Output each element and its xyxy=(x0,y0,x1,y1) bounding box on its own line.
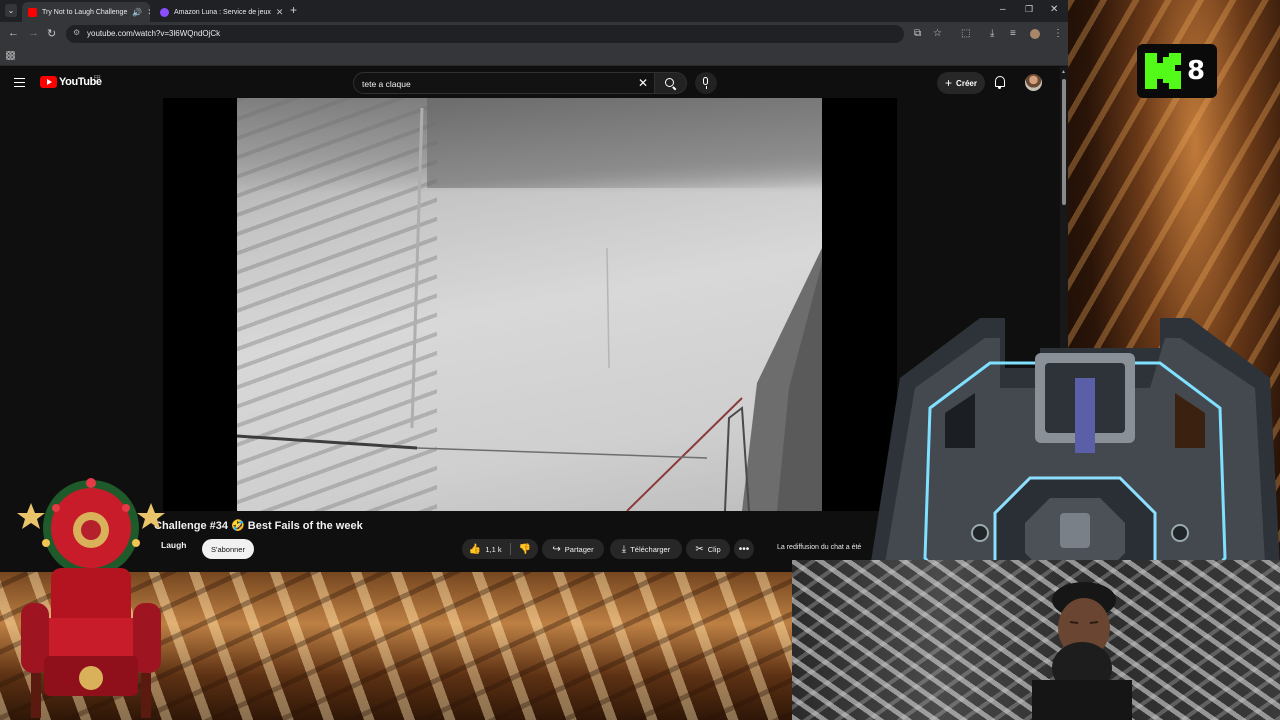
back-icon[interactable]: ← xyxy=(8,27,19,39)
search-input[interactable] xyxy=(362,77,622,90)
scroll-up-icon[interactable]: ▲ xyxy=(1061,69,1066,75)
share-label: Partager xyxy=(564,544,594,554)
youtube-masthead: YouTube FR ✕ + Créer xyxy=(0,67,1060,99)
download-label: Télécharger xyxy=(630,544,671,554)
menu-icon[interactable] xyxy=(14,78,25,87)
video-player[interactable] xyxy=(163,98,897,511)
apps-icon[interactable] xyxy=(6,51,15,60)
search-box: ✕ xyxy=(353,72,655,94)
close-tab-icon[interactable]: ✕ xyxy=(147,7,150,18)
bookmarks-bar xyxy=(0,46,1068,66)
kick-logo-icon xyxy=(1145,53,1181,89)
clip-label: Clip xyxy=(707,544,721,554)
streamer-image xyxy=(1032,582,1132,720)
voice-search-button[interactable] xyxy=(695,72,717,94)
luna-favicon-icon xyxy=(160,7,169,17)
new-tab-button[interactable]: + xyxy=(290,3,297,17)
webcam-feed xyxy=(792,560,1280,720)
bell-icon[interactable] xyxy=(995,76,1005,89)
tab-strip: ⌄ Try Not to Laugh Challenge 🔊 ✕ Amazon … xyxy=(0,0,1068,22)
dislike-icon[interactable]: 👎 xyxy=(519,544,531,555)
reload-icon[interactable]: ↻ xyxy=(47,27,56,40)
chat-replay-notice: La rediffusion du chat a été xyxy=(777,544,862,551)
share-button[interactable]: ↪ Partager xyxy=(542,539,604,559)
more-actions-button[interactable]: ••• xyxy=(734,539,754,559)
close-tab-icon[interactable]: ✕ xyxy=(276,7,282,18)
like-icon[interactable]: 👍 xyxy=(469,544,481,555)
divider xyxy=(509,543,511,555)
youtube-logo[interactable]: YouTube xyxy=(40,76,102,88)
download-icon[interactable]: ⤓ xyxy=(990,28,994,39)
stream-scene: ⌄ Try Not to Laugh Challenge 🔊 ✕ Amazon … xyxy=(0,0,1280,720)
tab-amazon-luna[interactable]: Amazon Luna : Service de jeux ✕ xyxy=(154,2,282,22)
like-dislike-bar: 👍 1,1 k 👎 xyxy=(462,539,538,559)
create-label: Créer xyxy=(956,78,977,88)
site-info-icon[interactable]: ⚙ xyxy=(73,28,80,37)
speaker-icon[interactable]: 🔊 xyxy=(132,8,142,17)
address-bar[interactable]: ⚙ youtube.com/watch?v=3l6WQndOjCk xyxy=(66,25,904,43)
scissors-icon: ✂ xyxy=(695,543,704,555)
media-icon[interactable]: ≡ xyxy=(1010,28,1016,39)
extensions-icon[interactable]: ⬚ xyxy=(961,28,970,39)
plus-icon: + xyxy=(945,76,953,90)
tab-title: Amazon Luna : Service de jeux xyxy=(174,8,271,16)
country-code: FR xyxy=(94,75,101,81)
christmas-throne-image xyxy=(17,478,165,718)
video-frame[interactable] xyxy=(237,98,822,511)
youtube-play-icon xyxy=(40,76,57,88)
tab-list-icon[interactable]: ⌄ xyxy=(5,4,17,17)
share-icon: ↪ xyxy=(552,543,561,555)
url-text: youtube.com/watch?v=3l6WQndOjCk xyxy=(87,29,221,38)
like-count[interactable]: 1,1 k xyxy=(485,545,501,554)
subscribe-button[interactable]: S'abonner xyxy=(202,539,254,559)
tab-youtube[interactable]: Try Not to Laugh Challenge 🔊 ✕ xyxy=(22,2,150,22)
video-title: Challenge #34 🤣 Best Fails of the week xyxy=(154,520,363,532)
clip-button[interactable]: ✂ Clip xyxy=(686,539,730,559)
maximize-button[interactable]: ❐ xyxy=(1025,4,1033,15)
cast-icon[interactable]: ⧉ xyxy=(914,28,921,39)
tab-title: Try Not to Laugh Challenge xyxy=(42,8,128,16)
minimize-button[interactable]: – xyxy=(1000,4,1006,15)
search-button[interactable] xyxy=(655,72,687,94)
avatar[interactable] xyxy=(1025,74,1042,91)
badge-number: 8 xyxy=(1187,56,1206,86)
kebab-icon[interactable]: ⋮ xyxy=(1053,28,1063,39)
download-button[interactable]: ⤓ Télécharger xyxy=(610,539,682,559)
search-icon xyxy=(665,78,674,87)
youtube-favicon-icon xyxy=(28,7,37,17)
star-icon[interactable]: ☆ xyxy=(933,28,942,39)
mic-stand xyxy=(705,86,707,89)
mic-icon xyxy=(703,77,708,85)
kick-badge: 8 xyxy=(1137,44,1217,98)
profile-icon[interactable] xyxy=(1030,29,1040,39)
browser-toolbar: ← → ↻ ⚙ youtube.com/watch?v=3l6WQndOjCk … xyxy=(0,22,1068,46)
video-scene-wall xyxy=(237,107,822,511)
create-button[interactable]: + Créer xyxy=(937,72,985,94)
forward-icon[interactable]: → xyxy=(28,27,39,39)
clear-icon[interactable]: ✕ xyxy=(638,76,648,90)
download-icon: ⤓ xyxy=(621,543,627,555)
close-window-button[interactable]: ✕ xyxy=(1050,4,1058,15)
scrollbar-thumb[interactable] xyxy=(1062,79,1066,205)
